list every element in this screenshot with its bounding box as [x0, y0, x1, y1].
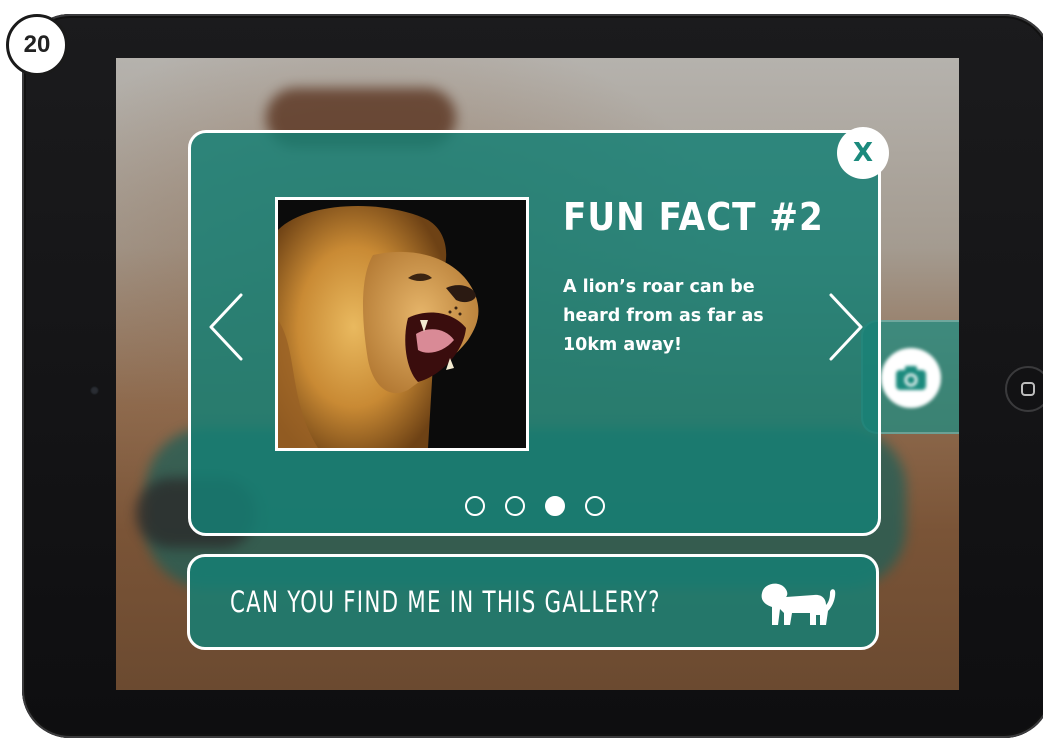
carousel-dots	[465, 496, 605, 516]
gallery-prompt: CAN YOU FIND ME IN THIS GALLERY?	[230, 585, 661, 619]
carousel-dot-1[interactable]	[465, 496, 485, 516]
home-square-icon	[1021, 382, 1035, 396]
ar-camera-view: X FUN FACT #2 A lion’s roar can be heard…	[116, 58, 959, 690]
lion-photo	[275, 197, 529, 451]
home-button[interactable]	[1005, 366, 1043, 412]
carousel-dot-4[interactable]	[585, 496, 605, 516]
close-button[interactable]: X	[837, 127, 889, 179]
carousel-dot-3-active[interactable]	[545, 496, 565, 516]
camera-icon	[896, 366, 926, 390]
fact-text: A lion’s roar can be heard from as far a…	[563, 277, 764, 355]
find-in-gallery-button[interactable]: CAN YOU FIND ME IN THIS GALLERY?	[187, 554, 879, 650]
fact-title: FUN FACT #2	[563, 195, 824, 239]
carousel-dot-2[interactable]	[505, 496, 525, 516]
lion-silhouette-icon	[761, 583, 836, 625]
lion-image	[278, 200, 526, 448]
previous-arrow-icon[interactable]	[207, 291, 247, 363]
page-number-badge: 20	[6, 14, 68, 76]
front-camera	[90, 386, 99, 395]
fun-fact-card: X FUN FACT #2 A lion’s roar can be heard…	[188, 127, 889, 536]
next-arrow-icon[interactable]	[825, 291, 865, 363]
camera-button[interactable]	[881, 348, 941, 408]
